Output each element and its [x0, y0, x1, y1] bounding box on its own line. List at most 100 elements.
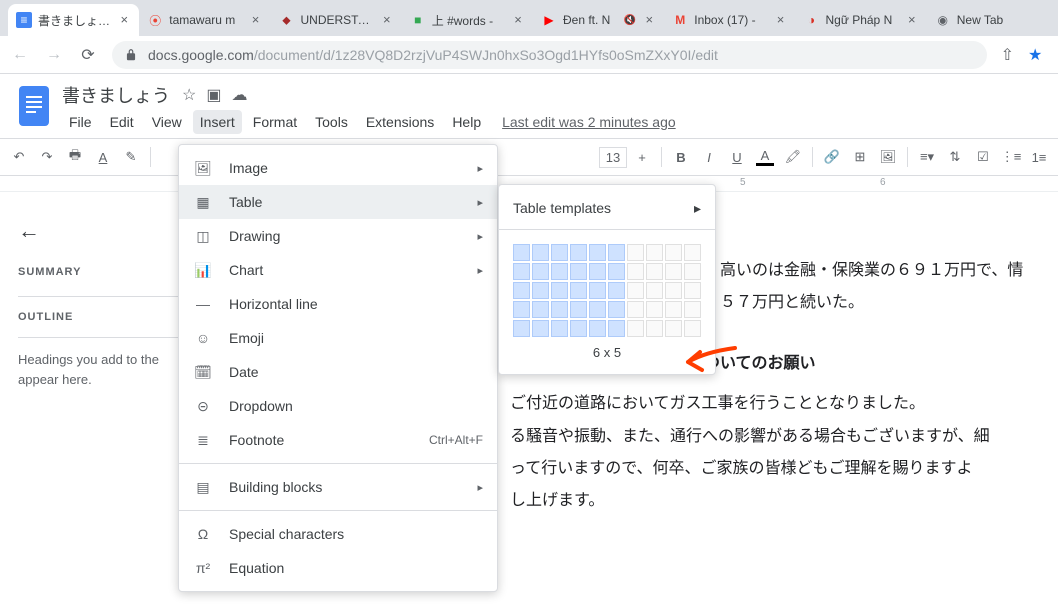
table-cell[interactable]	[608, 263, 625, 280]
table-cell[interactable]	[646, 301, 663, 318]
table-cell[interactable]	[665, 263, 682, 280]
browser-tab[interactable]: M Inbox (17) - ×	[664, 4, 795, 36]
move-icon[interactable]: ▣	[206, 85, 221, 105]
print-button[interactable]: 🖶	[62, 144, 88, 170]
table-cell[interactable]	[646, 263, 663, 280]
close-icon[interactable]: ×	[642, 13, 656, 27]
table-cell[interactable]	[684, 282, 701, 299]
table-cell[interactable]	[589, 263, 606, 280]
table-size-picker[interactable]: 6 x 5	[499, 234, 715, 368]
table-cell[interactable]	[646, 320, 663, 337]
back-button[interactable]: ←	[10, 45, 30, 65]
text-color-button[interactable]: A	[752, 144, 778, 170]
table-cell[interactable]	[551, 320, 568, 337]
redo-button[interactable]: ↷	[34, 144, 60, 170]
menu-edit[interactable]: Edit	[103, 110, 141, 134]
image-button[interactable]: 🖼	[875, 144, 901, 170]
table-cell[interactable]	[532, 282, 549, 299]
table-cell[interactable]	[532, 301, 549, 318]
bold-button[interactable]: B	[668, 144, 694, 170]
insert-dropdown-item[interactable]: ⊝ Dropdown	[179, 389, 497, 423]
table-cell[interactable]	[589, 320, 606, 337]
spellcheck-button[interactable]: A	[90, 144, 116, 170]
table-cell[interactable]	[570, 244, 587, 261]
close-icon[interactable]: ×	[249, 13, 263, 27]
align-button[interactable]: ≡▾	[914, 144, 940, 170]
table-cell[interactable]	[665, 301, 682, 318]
close-icon[interactable]: ×	[380, 13, 394, 27]
insert-table[interactable]: ▦ Table ▸	[179, 185, 497, 219]
table-cell[interactable]	[513, 301, 530, 318]
menu-insert[interactable]: Insert	[193, 110, 242, 134]
table-cell[interactable]	[589, 244, 606, 261]
table-cell[interactable]	[608, 244, 625, 261]
close-icon[interactable]: ×	[117, 13, 131, 27]
highlight-button[interactable]: 🖍	[780, 144, 806, 170]
table-cell[interactable]	[532, 263, 549, 280]
comment-button[interactable]: ⊞	[847, 144, 873, 170]
table-cell[interactable]	[627, 282, 644, 299]
insert-footnote[interactable]: ≣ Footnote Ctrl+Alt+F	[179, 423, 497, 457]
table-cell[interactable]	[627, 320, 644, 337]
table-cell[interactable]	[551, 244, 568, 261]
reload-button[interactable]: ⟳	[78, 45, 98, 65]
table-cell[interactable]	[513, 244, 530, 261]
table-cell[interactable]	[570, 320, 587, 337]
menu-extensions[interactable]: Extensions	[359, 110, 441, 134]
table-cell[interactable]	[513, 320, 530, 337]
table-cell[interactable]	[684, 263, 701, 280]
insert-building-blocks[interactable]: ▤ Building blocks ▸	[179, 470, 497, 504]
docs-logo-icon[interactable]	[16, 82, 52, 130]
table-cell[interactable]	[646, 244, 663, 261]
table-cell[interactable]	[665, 320, 682, 337]
browser-tab[interactable]: ■ 上 #words - ×	[402, 4, 533, 36]
link-button[interactable]: 🔗	[819, 144, 845, 170]
table-cell[interactable]	[589, 282, 606, 299]
insert-special-characters[interactable]: Ω Special characters	[179, 517, 497, 551]
table-cell[interactable]	[570, 282, 587, 299]
share-icon[interactable]: ⇧	[1001, 45, 1014, 65]
table-templates[interactable]: Table templates ▸	[499, 191, 715, 225]
browser-tab[interactable]: ◑ Ngữ Pháp N ×	[796, 4, 927, 36]
menu-format[interactable]: Format	[246, 110, 304, 134]
table-cell[interactable]	[551, 282, 568, 299]
forward-button[interactable]: →	[44, 45, 64, 65]
cloud-status-icon[interactable]: ☁	[231, 85, 247, 105]
table-cell[interactable]	[665, 282, 682, 299]
browser-tab[interactable]: ≡ 書きましょう - ×	[8, 4, 139, 36]
fontsize-input[interactable]: 13	[599, 147, 627, 168]
menu-file[interactable]: File	[62, 110, 99, 134]
sidebar-back-button[interactable]: ←	[18, 218, 182, 244]
fontsize-increase-button[interactable]: +	[629, 144, 655, 170]
insert-emoji[interactable]: ☺ Emoji	[179, 321, 497, 355]
insert-equation[interactable]: π² Equation	[179, 551, 497, 585]
numbered-list-button[interactable]: 1≡	[1026, 144, 1052, 170]
browser-tab[interactable]: ⦿ tamawaru m ×	[139, 4, 270, 36]
table-cell[interactable]	[665, 244, 682, 261]
table-cell[interactable]	[627, 263, 644, 280]
table-cell[interactable]	[570, 301, 587, 318]
linespacing-button[interactable]: ⇅	[942, 144, 968, 170]
menu-tools[interactable]: Tools	[308, 110, 355, 134]
close-icon[interactable]: ×	[774, 13, 788, 27]
table-cell[interactable]	[608, 320, 625, 337]
table-cell[interactable]	[532, 244, 549, 261]
table-cell[interactable]	[684, 244, 701, 261]
menu-help[interactable]: Help	[445, 110, 488, 134]
bookmark-star-icon[interactable]: ★	[1028, 45, 1048, 65]
browser-tab[interactable]: ◉ New Tab	[927, 4, 1058, 36]
paint-format-button[interactable]: ✎	[118, 144, 144, 170]
insert-drawing[interactable]: ◫ Drawing ▸	[179, 219, 497, 253]
table-cell[interactable]	[513, 263, 530, 280]
checklist-button[interactable]: ☑	[970, 144, 996, 170]
table-cell[interactable]	[608, 301, 625, 318]
table-cell[interactable]	[684, 301, 701, 318]
insert-chart[interactable]: 📊 Chart ▸	[179, 253, 497, 287]
browser-tab[interactable]: ▶ Đen ft. N 🔇 ×	[533, 4, 664, 36]
table-cell[interactable]	[589, 301, 606, 318]
close-icon[interactable]: ×	[905, 13, 919, 27]
menu-view[interactable]: View	[145, 110, 189, 134]
omnibox[interactable]: docs.google.com/document/d/1z28VQ8D2rzjV…	[112, 41, 987, 69]
last-edit-link[interactable]: Last edit was 2 minutes ago	[502, 114, 676, 130]
table-cell[interactable]	[551, 301, 568, 318]
